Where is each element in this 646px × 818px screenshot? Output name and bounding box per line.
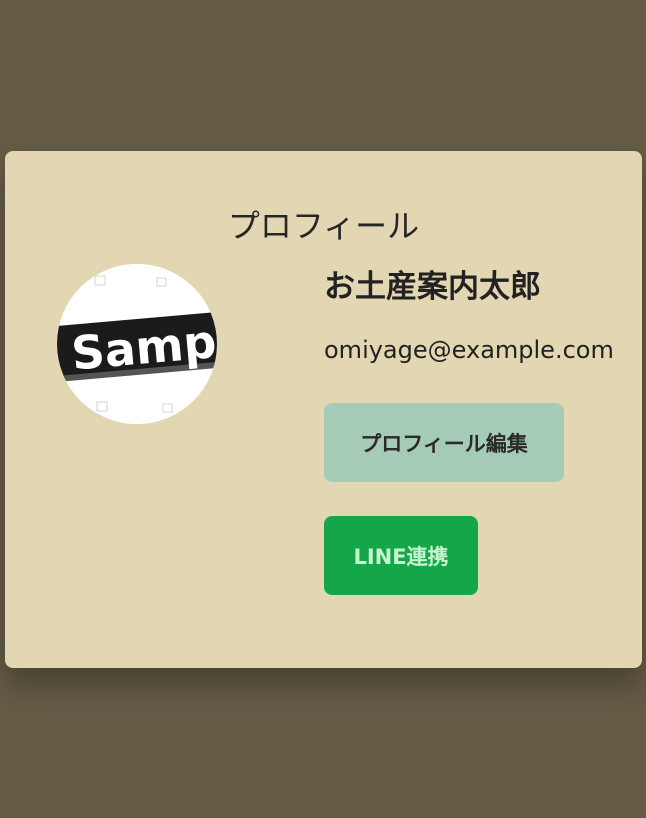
line-link-button[interactable]: LINE連携 (324, 516, 478, 595)
user-email: omiyage@example.com (324, 336, 614, 364)
edit-profile-button[interactable]: プロフィール編集 (324, 403, 564, 482)
profile-card: プロフィール Sample お土産案内太郎 omiyage@example.co… (5, 151, 642, 668)
avatar: Sample (57, 264, 217, 424)
sample-image: Sample (57, 264, 217, 424)
page-title: プロフィール (227, 207, 420, 245)
modal-backdrop[interactable]: プロフィール Sample お土産案内太郎 omiyage@example.co… (0, 0, 646, 818)
user-name: お土産案内太郎 (324, 269, 541, 305)
